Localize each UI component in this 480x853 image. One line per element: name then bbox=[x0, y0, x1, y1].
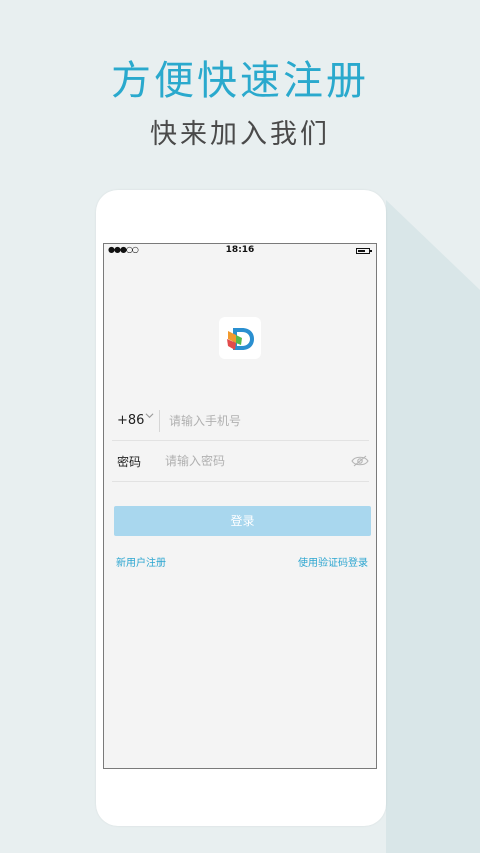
phone-screen: ●●●○○ 18:16 +86 密码 bbox=[103, 243, 377, 769]
password-row: 密码 bbox=[112, 441, 369, 482]
phone-input[interactable] bbox=[169, 411, 359, 431]
divider bbox=[159, 410, 160, 432]
status-bar: ●●●○○ 18:16 bbox=[104, 244, 376, 258]
phone-row: +86 bbox=[112, 400, 369, 441]
register-link[interactable]: 新用户注册 bbox=[116, 554, 166, 569]
login-form: +86 密码 bbox=[112, 400, 369, 484]
hero-title: 方便快速注册 bbox=[111, 58, 369, 104]
status-time: 18:16 bbox=[225, 245, 255, 255]
password-label: 密码 bbox=[117, 455, 142, 469]
login-button[interactable]: 登录 bbox=[114, 506, 371, 536]
app-logo-icon bbox=[219, 317, 261, 359]
battery-icon bbox=[356, 248, 372, 254]
sms-login-link[interactable]: 使用验证码登录 bbox=[298, 554, 368, 569]
eye-icon[interactable] bbox=[351, 453, 369, 467]
chevron-down-icon[interactable] bbox=[145, 411, 154, 423]
hero-subtitle: 快来加入我们 bbox=[150, 119, 330, 150]
phone-mockup: ●●●○○ 18:16 +86 密码 bbox=[96, 190, 386, 826]
country-code-select[interactable]: +86 bbox=[117, 413, 144, 428]
password-input[interactable] bbox=[165, 451, 335, 471]
